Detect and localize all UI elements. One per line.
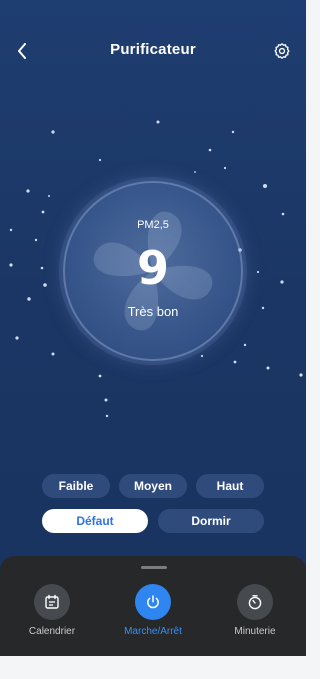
system-nav-bar (0, 656, 306, 679)
power-icon (147, 595, 159, 609)
control-sheet: Calendrier Marche/Arrêt Minuterie (0, 556, 306, 656)
timer-action[interactable]: Minuterie (210, 584, 300, 637)
timer-button[interactable] (237, 584, 273, 620)
mode-sleep-button[interactable]: Dormir (158, 509, 264, 533)
power-button[interactable] (135, 584, 171, 620)
speed-high-button[interactable]: Haut (196, 474, 264, 498)
schedule-label: Calendrier (28, 626, 76, 637)
air-quality-status: Très bon (127, 304, 179, 319)
pm25-value: 9 (136, 241, 169, 295)
calendar-icon (45, 594, 59, 609)
timer-icon (248, 595, 262, 610)
power-action[interactable]: Marche/Arrêt (108, 584, 198, 637)
schedule-button[interactable] (34, 584, 70, 620)
purifier-screen: Purificateur PM2,5 9 Très bon Faible Moy… (0, 0, 306, 679)
power-label: Marche/Arrêt (124, 626, 182, 637)
mode-default-button[interactable]: Défaut (42, 509, 148, 533)
gear-icon (274, 43, 290, 59)
speed-low-button[interactable]: Faible (42, 474, 110, 498)
pm25-label: PM2,5 (137, 219, 169, 231)
top-bar: Purificateur (0, 36, 306, 66)
drag-handle[interactable] (141, 566, 167, 569)
speed-medium-button[interactable]: Moyen (119, 474, 187, 498)
schedule-action[interactable]: Calendrier (7, 584, 97, 637)
timer-label: Minuterie (234, 626, 276, 637)
page-title: Purificateur (110, 41, 196, 58)
settings-button[interactable] (270, 39, 294, 63)
